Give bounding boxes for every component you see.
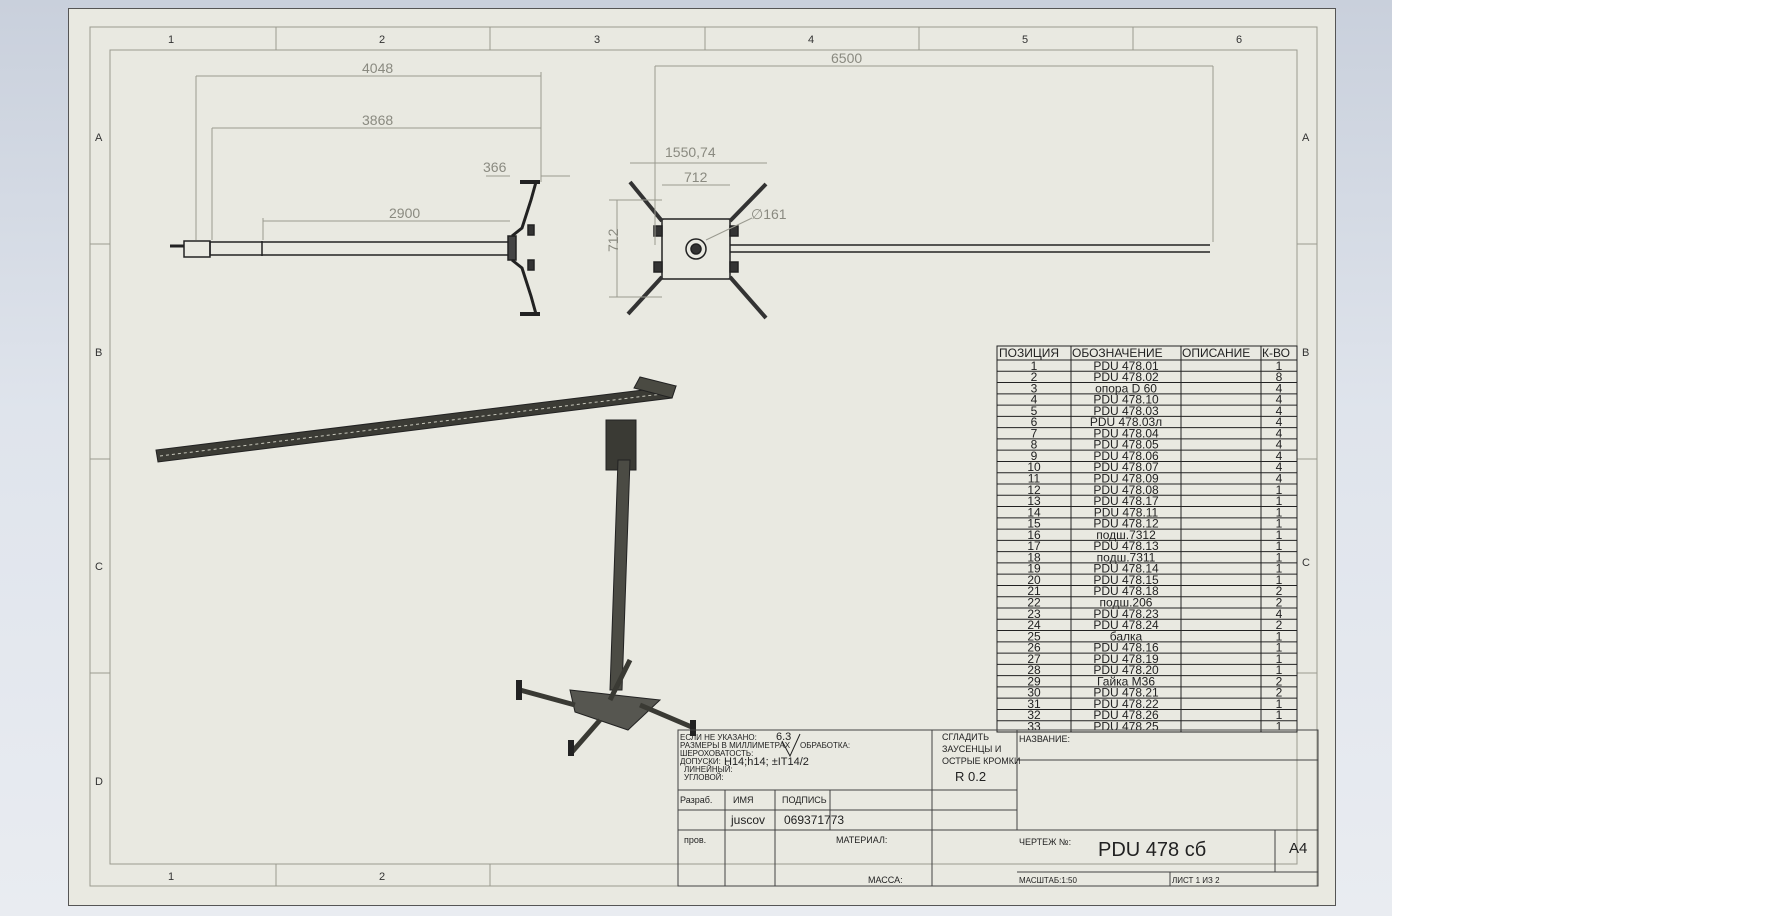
col-label-top: 3 xyxy=(594,34,600,46)
isometric-view xyxy=(155,376,696,756)
col-label-top: 1 xyxy=(168,34,174,46)
side-view-dimension-text: 4048 3868 366 2900 xyxy=(362,60,507,221)
deburr-line-2: ЗАУСЕНЦЫ И xyxy=(942,744,1001,754)
sheet-of: ЛИСТ 1 ИЗ 2 xyxy=(1172,876,1220,885)
roughness-value: 6.3 xyxy=(776,731,791,743)
tolerance-value: H14;h14; ±IT14/2 xyxy=(724,756,809,768)
material-label: МАТЕРИАЛ: xyxy=(836,835,887,845)
name-label: НАЗВАНИЕ: xyxy=(1019,734,1070,744)
edge-radius: R 0.2 xyxy=(955,769,986,784)
name-column-label: ИМЯ xyxy=(733,795,753,805)
bom-rows: 1 PDU 478.01 12 PDU 478.02 83 опора D 60 44 PDU… xyxy=(1027,359,1282,734)
row-label-right: A xyxy=(1302,132,1310,144)
checked-label: пров. xyxy=(684,835,706,845)
dim-6500: 6500 xyxy=(831,50,862,66)
row-label-left: D xyxy=(95,776,103,788)
bom-cell-quantity: 1 xyxy=(1276,720,1283,734)
bom-cell-position: 33 xyxy=(1027,720,1041,734)
drawing-number-label: ЧЕРТЕЖ №: xyxy=(1019,837,1071,847)
top-view xyxy=(626,180,1210,320)
sheet-size: A4 xyxy=(1289,840,1307,857)
title-block-text: ЕСЛИ НЕ УКАЗАНО: РАЗМЕРЫ В МИЛЛИМЕТРАХ Ш… xyxy=(680,731,1307,885)
col-label-top: 6 xyxy=(1236,34,1242,46)
dim-712-vertical: 712 xyxy=(605,228,621,252)
dim-4048: 4048 xyxy=(362,60,393,76)
bom-cell-designation: PDU 478.25 xyxy=(1093,720,1159,734)
mass-label: МАССА: xyxy=(868,875,903,885)
row-label-left: C xyxy=(95,561,103,573)
row-label-left: A xyxy=(95,132,103,144)
drawing-canvas: 1 2 3 4 5 6 1 2 A B C D A B C 4048 3868 … xyxy=(89,26,1319,887)
drawing-number: PDU 478 сб xyxy=(1098,839,1206,861)
dim-712-horizontal: 712 xyxy=(684,169,708,185)
deburr-line-1: СГЛАДИТЬ xyxy=(942,732,989,742)
dim-2900: 2900 xyxy=(389,205,420,221)
col-label-bottom: 2 xyxy=(379,871,385,883)
row-label-right: B xyxy=(1302,347,1309,359)
col-label-top: 5 xyxy=(1022,34,1028,46)
note-angular: УГЛОВОЙ: xyxy=(684,773,724,782)
finish-label: ОБРАБОТКА: xyxy=(800,741,850,750)
row-label-left: B xyxy=(95,347,102,359)
col-label-top: 4 xyxy=(808,34,814,46)
signature-value: 069371773 xyxy=(784,813,844,827)
developed-label: Разраб. xyxy=(680,795,712,805)
dim-diameter-161: ∅161 xyxy=(751,206,787,222)
dim-3868: 3868 xyxy=(362,112,393,128)
scale: МАСШТАБ:1:50 xyxy=(1019,876,1077,885)
col-label-bottom: 1 xyxy=(168,871,174,883)
side-view xyxy=(170,180,540,316)
bom-header-description: ОПИСАНИЕ xyxy=(1182,346,1250,360)
bom-header-position: ПОЗИЦИЯ xyxy=(999,346,1059,360)
deburr-line-3: ОСТРЫЕ КРОМКИ xyxy=(942,756,1020,766)
col-label-top: 2 xyxy=(379,34,385,46)
dim-1550: 1550,74 xyxy=(665,144,716,160)
top-view-dimension-text: 6500 1550,74 712 ∅161 712 xyxy=(605,50,862,252)
row-label-right: C xyxy=(1302,557,1310,569)
side-view-dimensions xyxy=(195,72,570,240)
signature-label: ПОДПИСЬ xyxy=(782,795,827,805)
dim-366: 366 xyxy=(483,159,507,175)
developer-name: juscov xyxy=(730,813,765,827)
